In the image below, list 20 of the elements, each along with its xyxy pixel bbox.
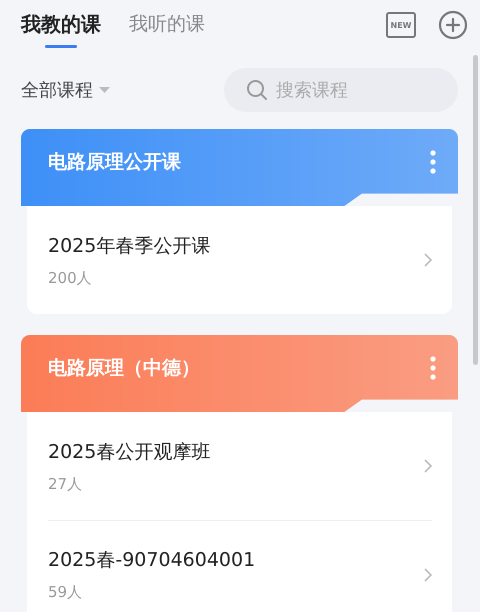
tab[interactable]: 我教的课 [21, 10, 101, 48]
class-name[interactable]: 2025春-90704604001 [48, 547, 256, 573]
add-icon[interactable] [438, 10, 468, 40]
more-icon[interactable] [430, 356, 436, 380]
member-count: 59人 [48, 583, 84, 602]
new-icon[interactable]: NEW [386, 12, 416, 38]
more-icon[interactable] [430, 150, 436, 174]
member-count: 27人 [48, 474, 84, 494]
class-name[interactable]: 2025年春季公开课 [48, 232, 210, 258]
class-name[interactable]: 2025春公开观摩班 [48, 438, 210, 464]
course-filter-dropdown[interactable]: 全部课程 [21, 78, 110, 102]
search-field[interactable]: 搜索课程 [224, 68, 458, 112]
chevron-right-icon[interactable] [424, 568, 432, 582]
course-title: 电路原理（中德） [48, 356, 200, 380]
scrollbar[interactable] [473, 55, 478, 365]
chevron-right-icon[interactable] [424, 253, 432, 267]
chevron-right-icon[interactable] [424, 459, 432, 473]
caret-icon [99, 87, 110, 93]
course-title: 电路原理公开课 [48, 150, 181, 174]
member-count: 200人 [48, 268, 93, 288]
